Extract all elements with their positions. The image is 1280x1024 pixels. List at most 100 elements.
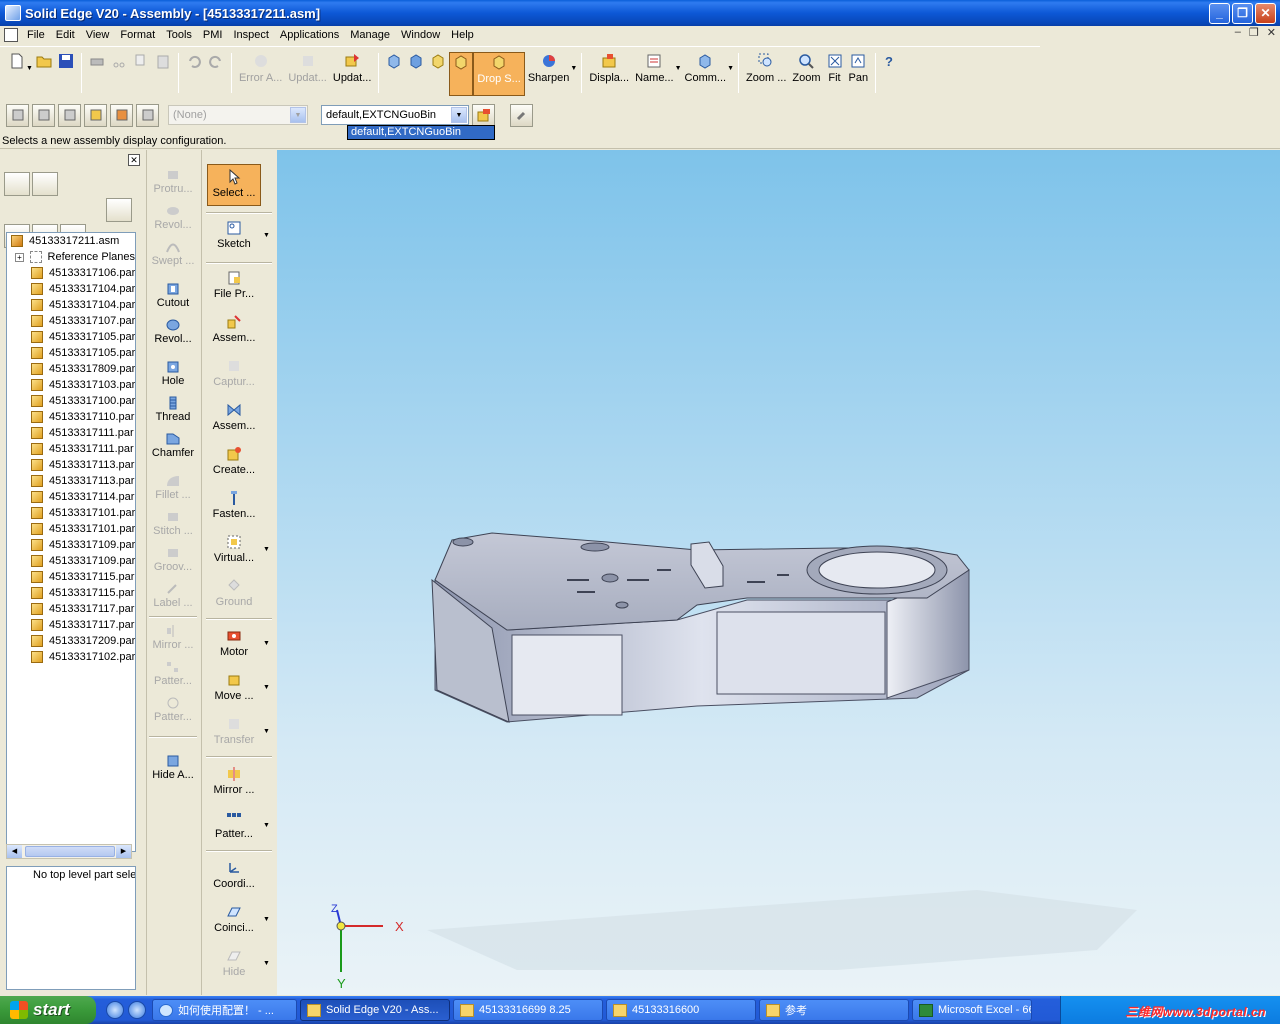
query-button[interactable]: [32, 103, 55, 127]
tab-parts-library[interactable]: [32, 172, 58, 196]
revolved-cutout-button[interactable]: Revol...: [147, 318, 199, 345]
assembly-relationships-button[interactable]: Assem...: [206, 402, 262, 432]
common-views-button[interactable]: Comm...: [682, 53, 730, 84]
menu-manage[interactable]: Manage: [345, 29, 396, 41]
tree-item-part[interactable]: 45133317106.par: [7, 265, 135, 281]
tree-item-part[interactable]: 45133317103.par: [7, 377, 135, 393]
hide-button[interactable]: Hide: [206, 948, 262, 978]
coordinate-system-button[interactable]: Coordi...: [206, 860, 262, 890]
mirror-feature-button[interactable]: Mirror ...: [147, 624, 199, 651]
view-cube-3-button[interactable]: [427, 53, 449, 72]
taskbar-item-folder-2[interactable]: 45133316600: [606, 999, 756, 1021]
swept-button[interactable]: Swept ...: [147, 240, 199, 267]
tab-pathfinder[interactable]: [106, 198, 132, 222]
capture-fit-button[interactable]: Captur...: [206, 358, 262, 388]
motor-dropdown-icon[interactable]: ▼: [263, 640, 270, 647]
pattern-components-button[interactable]: Patter...: [206, 810, 262, 840]
common-views-dropdown-icon[interactable]: ▼: [727, 65, 734, 72]
tree-item-part[interactable]: 45133317114.par: [7, 489, 135, 505]
shaded-view-button[interactable]: [449, 52, 474, 96]
taskbar-item-excel[interactable]: Microsoft Excel - 669...: [912, 999, 1032, 1021]
display-configuration-select[interactable]: default,EXTCNGuoBin ▼: [321, 105, 469, 125]
save-button[interactable]: [55, 53, 77, 72]
tree-item-part[interactable]: 45133317105.par: [7, 329, 135, 345]
virtual-dropdown-icon[interactable]: ▼: [263, 546, 270, 553]
scroll-thumb[interactable]: [25, 846, 115, 857]
new-dropdown-icon[interactable]: ▼: [26, 65, 33, 72]
scroll-left-icon[interactable]: ◀: [7, 845, 22, 858]
tree-item-part[interactable]: 45133317115.par: [7, 585, 135, 601]
view-cube-1-button[interactable]: [383, 53, 405, 72]
zoom-area-button[interactable]: Zoom ...: [743, 53, 789, 84]
menu-pmi[interactable]: PMI: [198, 29, 229, 41]
error-assistant-button[interactable]: Error A...: [236, 53, 285, 84]
cut-button[interactable]: [108, 53, 130, 72]
activate-button[interactable]: [110, 103, 133, 127]
motor-button[interactable]: Motor: [206, 628, 262, 658]
open-button[interactable]: [33, 53, 55, 72]
revolved-protrusion-button[interactable]: Revol...: [147, 204, 199, 231]
menu-applications[interactable]: Applications: [275, 29, 345, 41]
zoom-button[interactable]: Zoom: [789, 53, 823, 84]
fit-button[interactable]: Fit: [824, 53, 846, 84]
taskbar-item-folder-3[interactable]: 参考: [759, 999, 909, 1021]
move-components-button[interactable]: Move ...: [206, 672, 262, 702]
tree-item-part[interactable]: 45133317105.par: [7, 345, 135, 361]
mirror-components-button[interactable]: Mirror ...: [206, 766, 262, 796]
tab-feature-library[interactable]: [4, 172, 30, 196]
undo-button[interactable]: [183, 53, 205, 72]
document-icon[interactable]: [4, 28, 18, 42]
mdi-close-icon[interactable]: ✕: [1267, 26, 1276, 39]
pattern-dropdown-icon[interactable]: ▼: [263, 822, 270, 829]
print-button[interactable]: [86, 53, 108, 72]
mdi-minimize-icon[interactable]: –: [1235, 26, 1241, 39]
update-button[interactable]: Updat...: [330, 53, 375, 84]
tree-item-part[interactable]: 45133317117.par: [7, 617, 135, 633]
menu-inspect[interactable]: Inspect: [228, 29, 274, 41]
start-button[interactable]: start: [0, 996, 96, 1024]
sketch-button[interactable]: Sketch: [206, 220, 262, 250]
stitch-button[interactable]: Stitch ...: [147, 510, 199, 537]
tree-item-part[interactable]: 45133317115.par: [7, 569, 135, 585]
ground-button[interactable]: Ground: [206, 578, 262, 608]
file-properties-button[interactable]: File Pr...: [206, 270, 262, 300]
tree-item-part[interactable]: 45133317107.par: [7, 313, 135, 329]
cutout-button[interactable]: Cutout: [147, 282, 199, 309]
config-none-select[interactable]: (None) ▼: [168, 105, 308, 125]
drop-shading-button[interactable]: Drop S...: [473, 52, 525, 96]
scroll-right-icon[interactable]: ▶: [116, 845, 131, 858]
create-part-in-place-button[interactable]: Create...: [206, 446, 262, 476]
minimize-button[interactable]: _: [1209, 2, 1230, 24]
tree-item-part[interactable]: 45133317113.par: [7, 457, 135, 473]
select-tools-button[interactable]: [6, 103, 29, 127]
paste-button[interactable]: [152, 53, 174, 72]
tree-item-part[interactable]: 45133317104.par: [7, 297, 135, 313]
copy-button[interactable]: [130, 53, 152, 72]
tree-item-part[interactable]: 45133317113.par: [7, 473, 135, 489]
mdi-restore-icon[interactable]: ❐: [1249, 26, 1259, 39]
tree-item-part[interactable]: 45133317102.par: [7, 649, 135, 665]
solid-edge-app-icon[interactable]: [5, 5, 21, 21]
tree-item-part[interactable]: 45133317109.par: [7, 553, 135, 569]
tree-item-part[interactable]: 45133317109.par: [7, 537, 135, 553]
tree-horizontal-scrollbar[interactable]: ◀ ▶: [6, 844, 132, 859]
tree-item-part[interactable]: 45133317809.par: [7, 361, 135, 377]
view-cube-2-button[interactable]: [405, 53, 427, 72]
tree-item-part[interactable]: 45133317111.par: [7, 441, 135, 457]
tree-item-part[interactable]: 45133317209.par: [7, 633, 135, 649]
menu-file[interactable]: File: [22, 29, 51, 41]
named-views-dropdown-icon[interactable]: ▼: [675, 65, 682, 72]
menu-view[interactable]: View: [81, 29, 116, 41]
tree-item-part[interactable]: 45133317117.par: [7, 601, 135, 617]
show-desktop-icon[interactable]: [128, 1001, 146, 1019]
menu-tools[interactable]: Tools: [161, 29, 198, 41]
taskbar-item-folder-1[interactable]: 45133316699 8.25: [453, 999, 603, 1021]
virtual-component-button[interactable]: Virtual...: [206, 534, 262, 564]
transfer-dropdown-icon[interactable]: ▼: [263, 728, 270, 735]
menu-format[interactable]: Format: [115, 29, 161, 41]
select-tool-button[interactable]: Select ...: [207, 164, 261, 206]
tree-item-reference-planes[interactable]: + Reference Planes: [7, 249, 135, 265]
tree-item-part[interactable]: 45133317100.par: [7, 393, 135, 409]
new-button[interactable]: [6, 53, 28, 72]
update-disabled-button[interactable]: Updat...: [285, 53, 330, 84]
